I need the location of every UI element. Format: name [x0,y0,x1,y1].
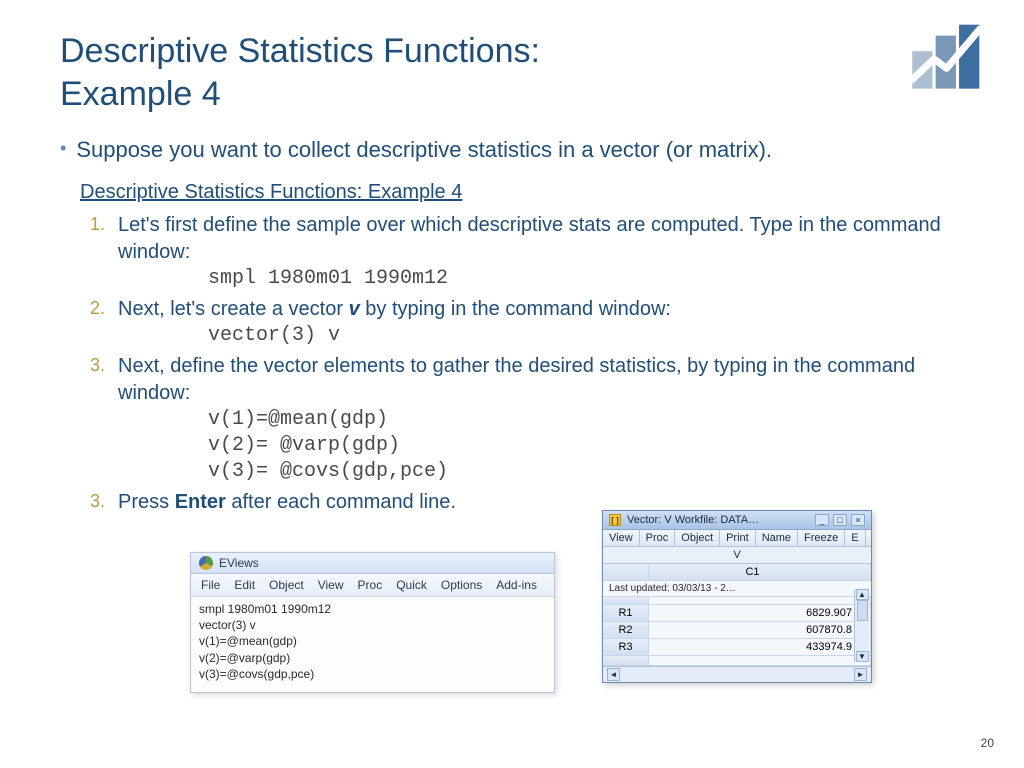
vector-result-window: [ ] Vector: V Workfile: DATA… _ □ × View… [602,510,872,683]
tool-object[interactable]: Object [675,530,720,546]
close-button[interactable]: × [851,514,865,526]
eviews-app-icon [199,556,213,570]
code-line: vector(3) v [208,323,964,349]
step-num: 2. [90,296,105,320]
step-text: Next, let's create a vector [118,298,349,320]
corner-cell [603,564,649,580]
step-text: Let's first define the sample over which… [118,214,941,263]
cell-value[interactable]: 433974.9 [649,639,871,655]
slide-title: Descriptive Statistics Functions: Exampl… [60,30,964,115]
scroll-down-icon[interactable]: ▼ [856,651,869,662]
menu-view[interactable]: View [318,578,344,592]
data-grid: C1 Last updated: 03/03/13 - 2… R1 6829.9… [603,564,871,666]
tool-proc[interactable]: Proc [640,530,676,546]
window-title: Vector: V Workfile: DATA… [627,514,759,526]
table-row: R1 6829.907 [603,605,871,622]
horizontal-scrollbar[interactable]: ◄ ► [603,666,871,682]
bullet-icon: • [60,137,66,160]
maximize-button[interactable]: □ [833,514,847,526]
title-line2: Example 4 [60,75,221,113]
title-line1: Descriptive Statistics Functions: [60,32,540,70]
scroll-thumb[interactable] [857,600,868,621]
intro-text: Suppose you want to collect descriptive … [76,137,772,163]
section-subhead: Descriptive Statistics Functions: Exampl… [80,181,964,204]
menu-proc[interactable]: Proc [358,578,383,592]
menu-quick[interactable]: Quick [396,578,427,592]
menu-edit[interactable]: Edit [234,578,255,592]
vertical-scrollbar[interactable]: ▲ ▼ [854,589,869,662]
column-header: C1 [649,564,871,580]
scroll-up-icon[interactable]: ▲ [856,589,869,600]
toolbar: View Proc Object Print Name Freeze E [603,530,871,547]
minimize-button[interactable]: _ [815,514,829,526]
cell-value[interactable]: 6829.907 [649,605,871,621]
logo-icon [906,20,984,98]
window-titlebar: [ ] Vector: V Workfile: DATA… _ □ × [603,511,871,530]
window-titlebar: EViews [191,553,554,574]
code-line: v(1)=@mean(gdp) [208,407,964,433]
step-2: 2. Next, let's create a vector v by typi… [90,296,964,349]
table-row: R3 433974.9 [603,639,871,656]
menu-bar: File Edit Object View Proc Quick Options… [191,574,554,597]
eviews-command-window: EViews File Edit Object View Proc Quick … [190,552,555,693]
vector-name: v [349,298,360,320]
command-line: v(3)=@covs(gdp,pce) [199,666,546,682]
menu-addins[interactable]: Add-ins [496,578,537,592]
step-num: 3. [90,489,105,513]
page-number: 20 [981,736,994,750]
vector-object-icon: [ ] [609,514,621,526]
command-line: smpl 1980m01 1990m12 [199,601,546,617]
tool-view[interactable]: View [603,530,640,546]
menu-file[interactable]: File [201,578,220,592]
step-1: 1. Let's first define the sample over wh… [90,212,964,292]
last-updated: Last updated: 03/03/13 - 2… [603,581,871,597]
code-line: v(2)= @varp(gdp) [208,433,964,459]
cell-value[interactable]: 607870.8 [649,622,871,638]
command-line: v(1)=@mean(gdp) [199,633,546,649]
tool-print[interactable]: Print [720,530,756,546]
command-line: v(2)=@varp(gdp) [199,650,546,666]
menu-object[interactable]: Object [269,578,304,592]
tool-freeze[interactable]: Freeze [798,530,845,546]
step-3: 3. Next, define the vector elements to g… [90,353,964,485]
command-area[interactable]: smpl 1980m01 1990m12 vector(3) v v(1)=@m… [191,597,554,692]
tool-name[interactable]: Name [756,530,798,546]
step-text: Press [118,491,175,513]
row-label: R3 [603,639,649,655]
row-label: R1 [603,605,649,621]
enter-key: Enter [175,491,226,513]
step-num: 3. [90,353,105,377]
step-text: by typing in the command window: [360,298,671,320]
scroll-right-icon[interactable]: ► [854,668,867,681]
table-row: R2 607870.8 [603,622,871,639]
step-text: after each command line. [226,491,456,513]
code-line: smpl 1980m01 1990m12 [208,266,964,292]
step-text: Next, define the vector elements to gath… [118,355,915,404]
tool-extra[interactable]: E [845,530,865,546]
menu-options[interactable]: Options [441,578,482,592]
command-line: vector(3) v [199,617,546,633]
code-line: v(3)= @covs(gdp,pce) [208,459,964,485]
window-title: EViews [219,556,259,570]
object-name: V [603,547,871,564]
row-label: R2 [603,622,649,638]
step-num: 1. [90,212,105,236]
scroll-left-icon[interactable]: ◄ [607,668,620,681]
